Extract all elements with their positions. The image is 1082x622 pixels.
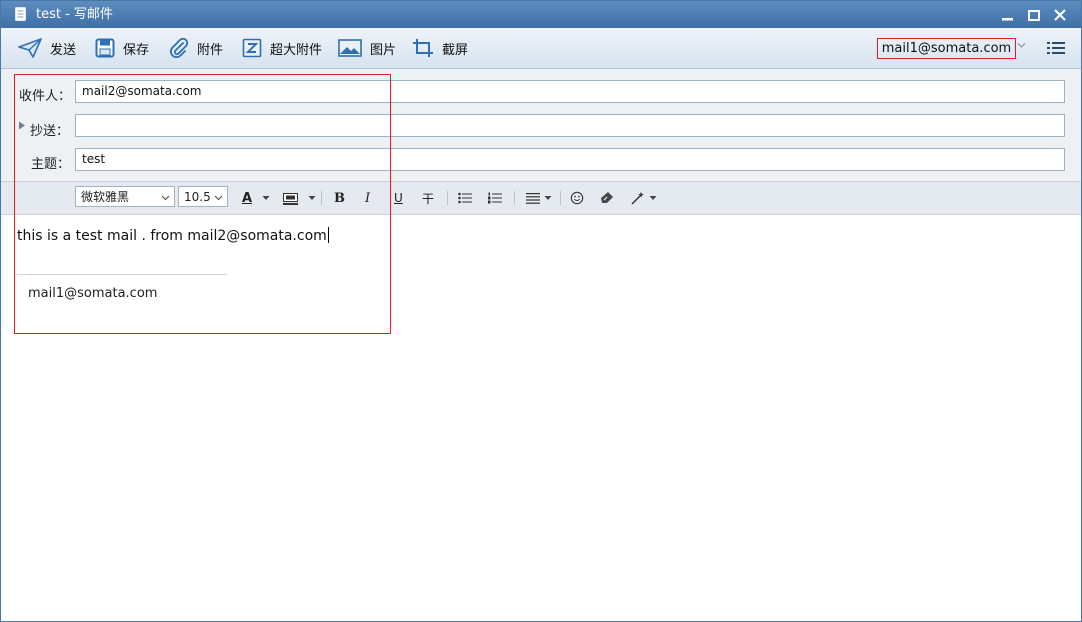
big-attachment-icon — [242, 38, 262, 58]
title-bar[interactable]: test - 写邮件 — [1, 1, 1081, 28]
bullet-list-icon — [458, 192, 472, 204]
attach-label: 附件 — [197, 42, 224, 58]
screenshot-button[interactable]: 截屏 — [412, 28, 468, 68]
caret-down-icon — [649, 196, 657, 200]
font-family-select[interactable]: 微软雅黑 — [75, 186, 175, 207]
separator — [560, 191, 561, 205]
magic-wand-icon — [631, 192, 644, 205]
align-icon — [526, 192, 540, 204]
italic-button[interactable]: I — [365, 189, 370, 207]
chevron-down-icon — [161, 195, 170, 201]
expand-triangle-icon[interactable] — [18, 121, 26, 130]
font-color-button[interactable]: A — [242, 189, 270, 207]
list-menu-icon[interactable] — [1047, 41, 1065, 55]
save-button[interactable]: 保存 — [95, 28, 149, 68]
save-icon — [95, 38, 115, 58]
image-icon — [338, 39, 362, 57]
align-button[interactable] — [526, 189, 552, 207]
chevron-down-icon[interactable] — [1017, 42, 1026, 49]
font-size-select[interactable]: 10.5 — [178, 186, 228, 207]
separator — [321, 191, 322, 205]
send-button[interactable]: 发送 — [18, 28, 76, 68]
caret-down-icon — [544, 196, 552, 200]
caret-down-icon — [262, 196, 270, 200]
numbered-list-button[interactable] — [488, 189, 502, 207]
send-icon — [18, 38, 42, 58]
mail-body-editor[interactable]: this is a test mail . from mail2@somata.… — [1, 215, 1081, 621]
text-cursor — [327, 227, 329, 243]
signature-text: mail1@somata.com — [28, 286, 158, 301]
image-label: 图片 — [370, 42, 397, 58]
save-label: 保存 — [123, 42, 150, 58]
to-input[interactable]: mail2@somata.com — [75, 80, 1065, 103]
signature-divider — [17, 274, 227, 275]
body-text[interactable]: this is a test mail . from mail2@somata.… — [17, 227, 329, 244]
caret-down-icon — [308, 196, 316, 200]
big-attach-button[interactable]: 超大附件 — [242, 28, 322, 68]
big-attach-label: 超大附件 — [270, 42, 323, 58]
paperclip-icon — [169, 38, 189, 58]
bold-button[interactable]: B — [334, 189, 345, 207]
clear-format-button[interactable] — [600, 189, 614, 207]
magic-format-button[interactable] — [630, 189, 657, 207]
highlight-color-button[interactable] — [283, 189, 316, 207]
window-title: test - 写邮件 — [36, 7, 113, 22]
subject-label: 主题： — [31, 157, 71, 172]
to-label: 收件人： — [19, 89, 72, 104]
compose-window: test - 写邮件 发送 保存 附件 超大附件 图片 截屏 mail1@som… — [0, 0, 1082, 622]
separator — [447, 191, 448, 205]
cc-input[interactable] — [75, 114, 1065, 137]
minimize-icon[interactable] — [998, 5, 1018, 25]
cc-label: 抄送： — [30, 124, 70, 139]
highlight-icon — [283, 192, 298, 205]
chevron-down-icon — [214, 195, 223, 201]
screenshot-label: 截屏 — [442, 42, 469, 58]
body-text-content: this is a test mail . from mail2@somata.… — [17, 228, 327, 244]
font-family-value: 微软雅黑 — [81, 190, 130, 204]
main-toolbar: 发送 保存 附件 超大附件 图片 截屏 mail1@somata.com — [1, 28, 1081, 69]
send-label: 发送 — [50, 42, 77, 58]
mail-header-fields: 收件人： mail2@somata.com 抄送： 主题： test — [1, 69, 1081, 182]
underline-button[interactable]: U — [394, 189, 403, 207]
font-color-glyph: A — [242, 190, 253, 206]
image-button[interactable]: 图片 — [338, 28, 396, 68]
bullet-list-button[interactable] — [458, 189, 472, 207]
crop-icon — [413, 39, 433, 57]
eraser-brush-icon — [601, 192, 613, 203]
attach-button[interactable]: 附件 — [169, 28, 223, 68]
subject-input[interactable]: test — [75, 148, 1065, 171]
sender-account-select[interactable]: mail1@somata.com — [877, 38, 1016, 59]
emoji-button[interactable] — [570, 189, 584, 207]
font-size-value: 10.5 — [184, 190, 211, 204]
maximize-icon[interactable] — [1024, 5, 1044, 25]
format-toolbar: 微软雅黑 10.5 A B I U 干 — [1, 182, 1081, 215]
separator — [514, 191, 515, 205]
strikethrough-button[interactable]: 干 — [422, 189, 434, 207]
numbered-list-icon — [488, 192, 502, 204]
smiley-icon — [570, 191, 584, 205]
document-icon — [15, 7, 26, 21]
close-icon[interactable] — [1050, 5, 1070, 25]
